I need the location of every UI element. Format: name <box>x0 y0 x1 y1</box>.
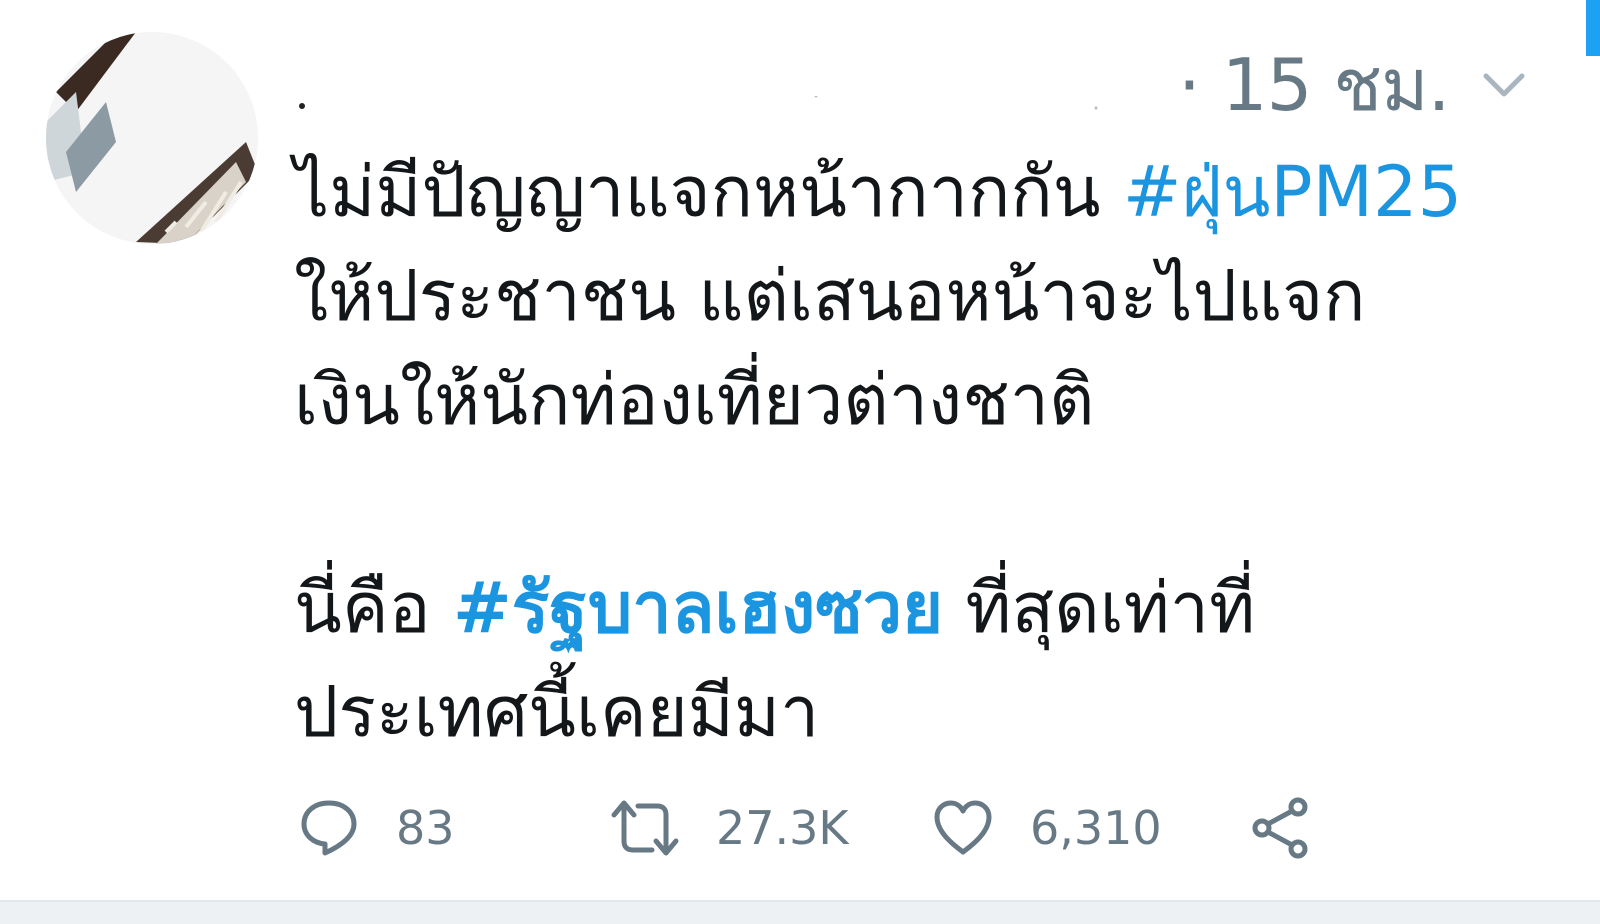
tweet-text-segment: ไม่มีปัญญาแจกหน้ากากกัน <box>294 151 1123 233</box>
avatar-image <box>46 32 258 244</box>
tweet-text-line: ประเทศนี้เคยมีมา <box>294 671 820 753</box>
tweet-text-line: นี่คือ #รัฐบาลเฮงซวย ที่สุดเท่าที่ <box>294 556 1584 660</box>
chevron-down-icon[interactable] <box>1478 60 1530 112</box>
tweet-text-segment: ที่สุดเท่าที่ <box>943 567 1256 649</box>
reply-count: 83 <box>396 801 455 855</box>
tweet-text-line: ไม่มีปัญญาแจกหน้ากากกัน #ฝุ่นPM25 <box>294 140 1584 244</box>
hashtag-link[interactable]: #ฝุ่นPM25 <box>1123 151 1462 233</box>
tweet-card: · 15 ชม. ไม่มีปัญญาแจกหน้ากากกัน #ฝุ่นPM… <box>0 0 1600 924</box>
share-icon <box>1252 797 1308 859</box>
retweet-button[interactable]: 27.3K <box>610 788 849 868</box>
reply-button[interactable]: 83 <box>298 788 455 868</box>
scrollbar-accent <box>1586 0 1600 56</box>
tweet-text-segment: นี่คือ <box>294 567 453 649</box>
bottom-divider <box>0 900 1600 924</box>
like-count: 6,310 <box>1030 801 1162 855</box>
tweet-text: ไม่มีปัญญาแจกหน้ากากกัน #ฝุ่นPM25 ให้ประ… <box>294 140 1584 764</box>
retweet-count: 27.3K <box>716 801 849 855</box>
tweet-actions: 83 27.3K 6,310 <box>294 788 1394 868</box>
heart-icon <box>934 800 992 855</box>
tweet-text-line: เงินให้นักท่องเที่ยวต่างชาติ <box>294 359 1095 441</box>
retweet-icon <box>611 800 679 856</box>
like-button[interactable]: 6,310 <box>932 788 1162 868</box>
tweet-timestamp[interactable]: · 15 ชม. <box>1178 40 1450 130</box>
share-button[interactable] <box>1250 788 1348 868</box>
hashtag-link[interactable]: #รัฐบาลเฮงซวย <box>453 567 943 649</box>
tweet-text-line: ให้ประชาชน แต่เสนอหน้าจะไปแจก <box>294 255 1366 337</box>
author-name-redacted <box>299 96 1098 110</box>
reply-icon <box>301 800 357 856</box>
avatar[interactable] <box>46 32 258 244</box>
